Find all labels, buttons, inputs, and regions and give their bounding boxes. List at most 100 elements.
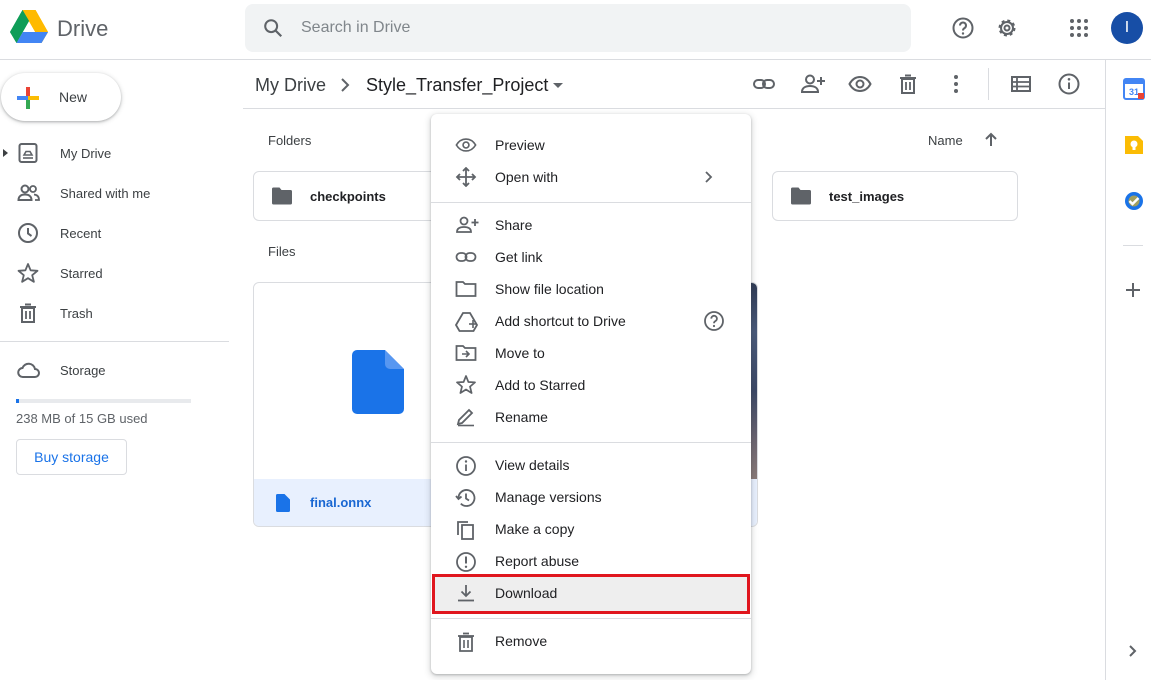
menu-item-preview[interactable]: Preview: [431, 129, 751, 161]
menu-item-label: Remove: [495, 633, 548, 649]
menu-item-label: Rename: [495, 409, 548, 425]
menu-item-add-to-starred[interactable]: Add to Starred: [431, 369, 751, 401]
menu-item-label: Share: [495, 217, 533, 233]
plus-color-icon: [17, 87, 39, 109]
menu-item-open-with[interactable]: Open with: [431, 161, 751, 193]
sidebar-item-label: Starred: [60, 266, 103, 281]
sidebar-item-starred[interactable]: Starred: [0, 257, 240, 289]
storage-progress-bar: [16, 399, 191, 403]
storage-label: Storage: [60, 363, 106, 378]
folder-item[interactable]: checkpoints: [253, 171, 453, 221]
list-view-icon[interactable]: [1009, 72, 1033, 96]
new-button-label: New: [59, 89, 88, 105]
copy-icon: [455, 519, 477, 541]
menu-divider: [431, 442, 751, 443]
pencil-icon: [455, 407, 477, 427]
add-person-icon[interactable]: [800, 72, 826, 96]
app-name[interactable]: Drive: [57, 16, 108, 42]
calendar-icon[interactable]: 31: [1123, 78, 1145, 100]
chevron-right-icon: [338, 74, 352, 96]
add-person-icon: [455, 215, 479, 235]
menu-item-label: Preview: [495, 137, 545, 153]
sort-label: Name: [928, 133, 963, 148]
sidebar-item-trash[interactable]: Trash: [0, 297, 240, 329]
sort-by-name-button[interactable]: Name: [928, 132, 997, 148]
chevron-right-icon[interactable]: [1126, 642, 1140, 660]
menu-item-label: Move to: [495, 345, 545, 361]
storage-used-text: 238 MB of 15 GB used: [16, 411, 148, 426]
arrow-up-icon[interactable]: [983, 130, 999, 150]
search-input[interactable]: [301, 12, 861, 44]
sidebar-divider: [0, 341, 229, 342]
star-icon: [17, 262, 39, 284]
new-button[interactable]: New: [1, 73, 121, 121]
search-bar[interactable]: [245, 4, 1132, 52]
move-folder-icon: [455, 343, 477, 363]
menu-item-label: Add shortcut to Drive: [495, 313, 626, 329]
menu-item-label: Get link: [495, 249, 543, 265]
sidebar-item-label: My Drive: [60, 146, 112, 161]
sidebar-item-label: Shared with me: [60, 186, 151, 201]
menu-item-move-to[interactable]: Move to: [431, 337, 751, 369]
sidebar-item-label: Recent: [60, 226, 102, 241]
link-icon[interactable]: [752, 72, 776, 96]
menu-item-share[interactable]: Share: [431, 209, 751, 241]
chevron-right-icon: [703, 169, 715, 185]
help-icon[interactable]: [703, 310, 725, 332]
buy-storage-button[interactable]: Buy storage: [16, 439, 127, 475]
expand-arrow-icon[interactable]: [3, 142, 9, 164]
sidebar-item-shared-with-me[interactable]: Shared with me: [0, 177, 240, 209]
document-icon: [352, 350, 404, 414]
star-icon: [455, 375, 477, 395]
apps-grid-icon[interactable]: [1067, 14, 1091, 42]
menu-item-label: Report abuse: [495, 553, 580, 569]
settings-icon[interactable]: [995, 14, 1019, 42]
storage-progress-fill: [16, 399, 19, 403]
menu-item-label: Download: [495, 585, 558, 601]
breadcrumb: My Drive Style_Transfer_Project: [243, 60, 1106, 109]
sidebar-item-storage[interactable]: Storage: [0, 354, 240, 386]
avatar[interactable]: I: [1111, 12, 1143, 44]
folder-name: test_images: [829, 189, 905, 204]
tasks-icon[interactable]: [1123, 190, 1145, 212]
file-name: final.onnx: [310, 495, 372, 510]
help-icon[interactable]: [951, 14, 975, 42]
search-icon[interactable]: [262, 17, 284, 39]
eye-icon: [455, 135, 477, 155]
menu-item-view-details[interactable]: View details: [431, 449, 751, 481]
menu-item-rename[interactable]: Rename: [431, 401, 751, 433]
folder-item[interactable]: test_images: [772, 171, 1018, 221]
eye-icon[interactable]: [848, 72, 872, 96]
more-vert-icon[interactable]: [944, 72, 968, 96]
trash-icon[interactable]: [896, 72, 920, 96]
drive-logo-icon[interactable]: [10, 10, 48, 44]
sidebar-item-my-drive[interactable]: My Drive: [0, 137, 240, 169]
menu-item-report-abuse[interactable]: Report abuse: [431, 545, 751, 577]
menu-item-manage-versions[interactable]: Manage versions: [431, 481, 751, 513]
people-icon: [17, 182, 41, 204]
menu-item-make-a-copy[interactable]: Make a copy: [431, 513, 751, 545]
menu-item-label: Manage versions: [495, 489, 602, 505]
folder-icon: [790, 187, 812, 205]
menu-item-get-link[interactable]: Get link: [431, 241, 751, 273]
menu-item-label: Add to Starred: [495, 377, 586, 393]
download-icon: [455, 583, 477, 603]
info-icon[interactable]: [1057, 72, 1081, 96]
menu-item-remove[interactable]: Remove: [431, 625, 751, 657]
keep-icon[interactable]: [1123, 134, 1145, 156]
chevron-down-icon[interactable]: [550, 74, 566, 96]
move-arrows-icon: [455, 167, 477, 187]
folder-icon: [271, 187, 293, 205]
menu-item-download[interactable]: Download: [431, 577, 751, 609]
sidebar-item-label: Trash: [60, 306, 93, 321]
clock-icon: [17, 222, 39, 244]
menu-item-label: Open with: [495, 169, 559, 185]
breadcrumb-current[interactable]: Style_Transfer_Project: [366, 75, 548, 96]
menu-item-add-shortcut[interactable]: Add shortcut to Drive: [431, 305, 751, 337]
menu-item-show-file-location[interactable]: Show file location: [431, 273, 751, 305]
svg-text:31: 31: [1129, 87, 1139, 97]
breadcrumb-root[interactable]: My Drive: [255, 75, 326, 96]
folder-outline-icon: [455, 279, 477, 299]
sidebar-item-recent[interactable]: Recent: [0, 217, 240, 249]
plus-icon[interactable]: [1124, 281, 1142, 299]
